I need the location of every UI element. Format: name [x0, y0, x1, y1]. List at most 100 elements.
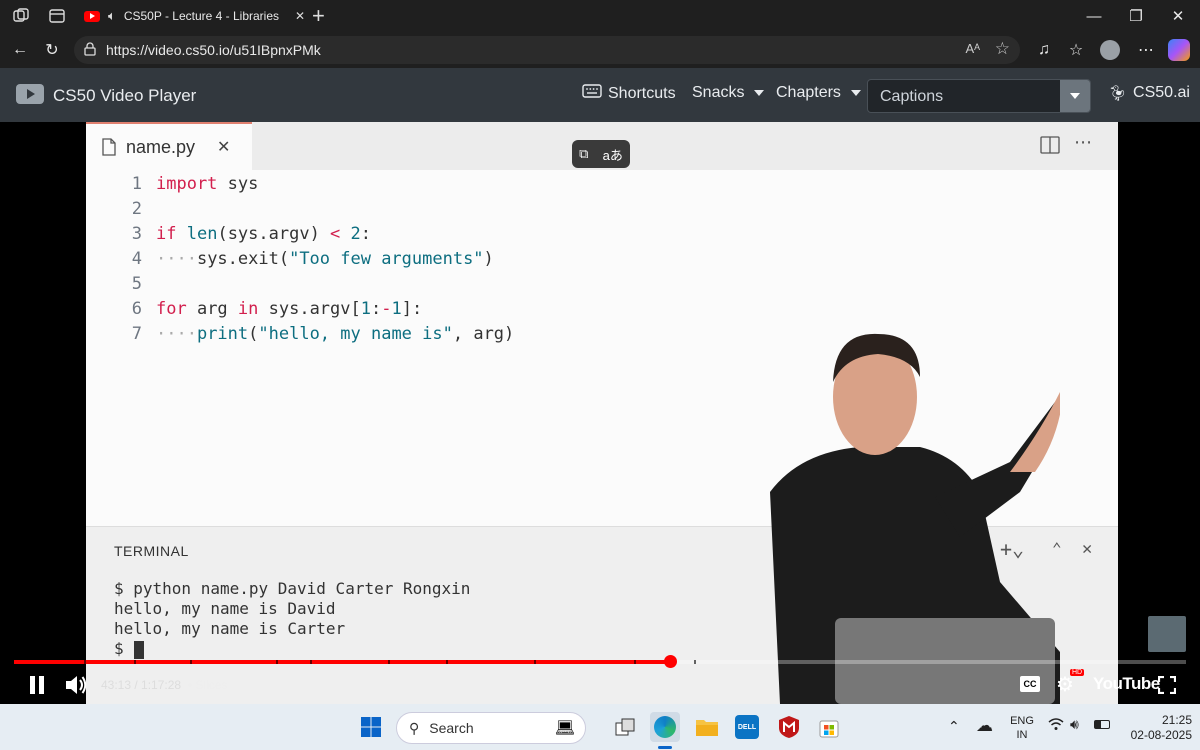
file-explorer-icon[interactable]	[692, 712, 722, 742]
chapter-marker	[694, 660, 696, 664]
presenter-image	[760, 322, 1062, 704]
minimize-button[interactable]: —	[1072, 0, 1116, 32]
taskbar-search[interactable]: ⚲ Search 💻︎	[396, 712, 586, 744]
search-icon: ⚲	[409, 719, 420, 736]
chevron-down-icon	[754, 90, 765, 96]
chapter-title[interactable]: • Slices	[188, 678, 228, 692]
browser-tab[interactable]: 🔈︎ CS50P - Lecture 4 - Libraries ✕	[76, 2, 306, 30]
windows-taskbar: ⚲ Search 💻︎ DELL ⌃ ☁ ENG IN 🔊︎ 21:25 02-…	[0, 704, 1200, 750]
captions-value: Captions	[880, 88, 944, 105]
restore-button[interactable]: ❐	[1114, 0, 1158, 32]
chapter-marker	[276, 660, 278, 664]
favorites-icon[interactable]: ☆	[1064, 38, 1088, 62]
weather-cloud-icon[interactable]: ☁	[976, 716, 993, 736]
url-field[interactable]: https://video.cs50.io/u51IBpnxPMk Aᴬ ☆	[74, 36, 1020, 64]
fullscreen-icon[interactable]	[1157, 675, 1177, 697]
search-highlight-icon: 💻︎	[554, 720, 575, 737]
volume-button[interactable]	[64, 674, 88, 699]
pause-button[interactable]	[28, 676, 46, 694]
duck-icon: 🦆︎	[1108, 85, 1128, 102]
tab-close-icon[interactable]: ✕	[295, 9, 305, 23]
edge-browser-icon[interactable]	[650, 712, 680, 742]
terminal-cursor	[134, 641, 144, 659]
code-line: ····print("hello, my name is", arg)	[156, 324, 515, 344]
microsoft-store-icon[interactable]	[814, 712, 844, 742]
workspaces-icon[interactable]	[12, 7, 30, 25]
time-display: 43:13 / 1:17:28	[101, 678, 182, 692]
video-player[interactable]: name.py ✕ ⧉ aあ ⋯ 1 import sys 2 3 if len…	[0, 122, 1200, 704]
active-app-indicator	[658, 746, 672, 749]
translate-icon[interactable]: aあ	[603, 145, 623, 164]
chevron-down-icon	[850, 90, 861, 96]
more-options-icon[interactable]: ⋯	[1134, 38, 1158, 62]
speaker-icon[interactable]: 🔈︎	[108, 8, 116, 24]
chapter-marker	[388, 660, 390, 664]
keyboard-icon	[582, 84, 602, 103]
hd-badge: HD	[1070, 669, 1085, 676]
captions-button[interactable]: CC	[1020, 676, 1040, 692]
extensions-icon[interactable]: ♫	[1032, 38, 1056, 62]
seek-bar[interactable]	[14, 655, 1186, 668]
language-top: ENG	[1010, 715, 1034, 727]
nav-snacks[interactable]: Snacks	[692, 84, 765, 102]
nav-chapters[interactable]: Chapters	[776, 84, 861, 102]
translate-overlay[interactable]: ⧉ aあ	[572, 140, 630, 168]
wifi-icon[interactable]	[1048, 717, 1064, 734]
volume-tray-icon[interactable]: 🔊︎	[1070, 716, 1079, 733]
browser-titlebar: 🔈︎ CS50P - Lecture 4 - Libraries ✕ + — ❐…	[0, 0, 1200, 32]
chapter-marker	[134, 660, 136, 664]
code-line: if len(sys.argv) < 2:	[156, 224, 372, 244]
player-controls: 43:13 / 1:17:28 • Slices CC ⚙ HD YouTube	[0, 668, 1200, 704]
cs50-ai-label: CS50.ai	[1133, 84, 1190, 101]
play-logo-icon	[16, 84, 44, 104]
terminal-line: $	[114, 639, 134, 658]
close-icon: ✕	[217, 139, 231, 156]
code-line: for arg in sys.argv[1:-1]:	[156, 299, 423, 319]
url-text: https://video.cs50.io/u51IBpnxPMk	[106, 42, 321, 58]
mcafee-icon[interactable]	[774, 712, 804, 742]
battery-icon[interactable]	[1094, 720, 1110, 729]
show-hidden-icons-chevron-up-icon[interactable]: ⌃	[948, 718, 960, 735]
vertical-tabs-icon[interactable]	[48, 7, 66, 25]
code-line: import sys	[156, 174, 259, 194]
copilot-icon[interactable]	[1168, 39, 1190, 61]
clock-time: 21:25	[1161, 713, 1192, 727]
language-bottom: IN	[1016, 729, 1028, 741]
read-aloud-icon[interactable]: Aᴬ	[965, 41, 980, 56]
captions-select[interactable]: Captions	[867, 79, 1091, 113]
line-number: 1	[131, 174, 142, 194]
channel-thumbnail[interactable]	[1148, 616, 1186, 652]
code-line: ····sys.exit("Too few arguments")	[156, 249, 494, 269]
youtube-logo[interactable]: YouTube	[1093, 674, 1160, 694]
tab-title: CS50P - Lecture 4 - Libraries	[123, 9, 279, 23]
picture-in-picture-icon[interactable]: ⧉	[579, 146, 588, 162]
windows-start-icon[interactable]	[356, 712, 386, 742]
nav-shortcuts[interactable]: Shortcuts	[582, 84, 676, 103]
profile-avatar[interactable]	[1100, 40, 1120, 60]
editor-filename: name.py	[126, 136, 196, 157]
editor-tabstrip: name.py ✕ ⧉ aあ ⋯	[86, 122, 1118, 170]
terminal-tab-label: TERMINAL	[114, 543, 189, 559]
nav-shortcuts-label: Shortcuts	[608, 84, 676, 102]
terminal-line: hello, my name is David	[114, 599, 336, 618]
favorite-star-icon[interactable]: ☆	[995, 39, 1010, 59]
language-indicator[interactable]: ENG IN	[1008, 714, 1036, 742]
captions-dropdown-button[interactable]	[1060, 80, 1090, 112]
split-editor-icon	[1040, 136, 1060, 159]
line-number: 5	[131, 274, 142, 294]
back-arrow-icon[interactable]: ←	[8, 38, 32, 62]
line-number: 3	[131, 224, 142, 244]
close-window-button[interactable]: ✕	[1156, 0, 1200, 32]
brand-title[interactable]: CS50 Video Player	[53, 86, 196, 106]
taskbar-clock[interactable]: 21:25 02-08-2025	[1122, 713, 1192, 743]
lock-icon	[84, 42, 96, 59]
line-number: 6	[131, 299, 142, 319]
cs50-ai-link[interactable]: 🦆︎ CS50.ai	[1108, 84, 1190, 102]
nav-snacks-label: Snacks	[692, 84, 745, 101]
new-tab-button[interactable]: +	[312, 3, 325, 29]
dell-app-icon[interactable]: DELL	[732, 712, 762, 742]
editor-file-tab: name.py ✕	[86, 122, 252, 170]
clock-date: 02-08-2025	[1130, 728, 1192, 742]
task-view-icon[interactable]	[610, 712, 640, 742]
refresh-icon[interactable]: ↻	[40, 38, 64, 62]
